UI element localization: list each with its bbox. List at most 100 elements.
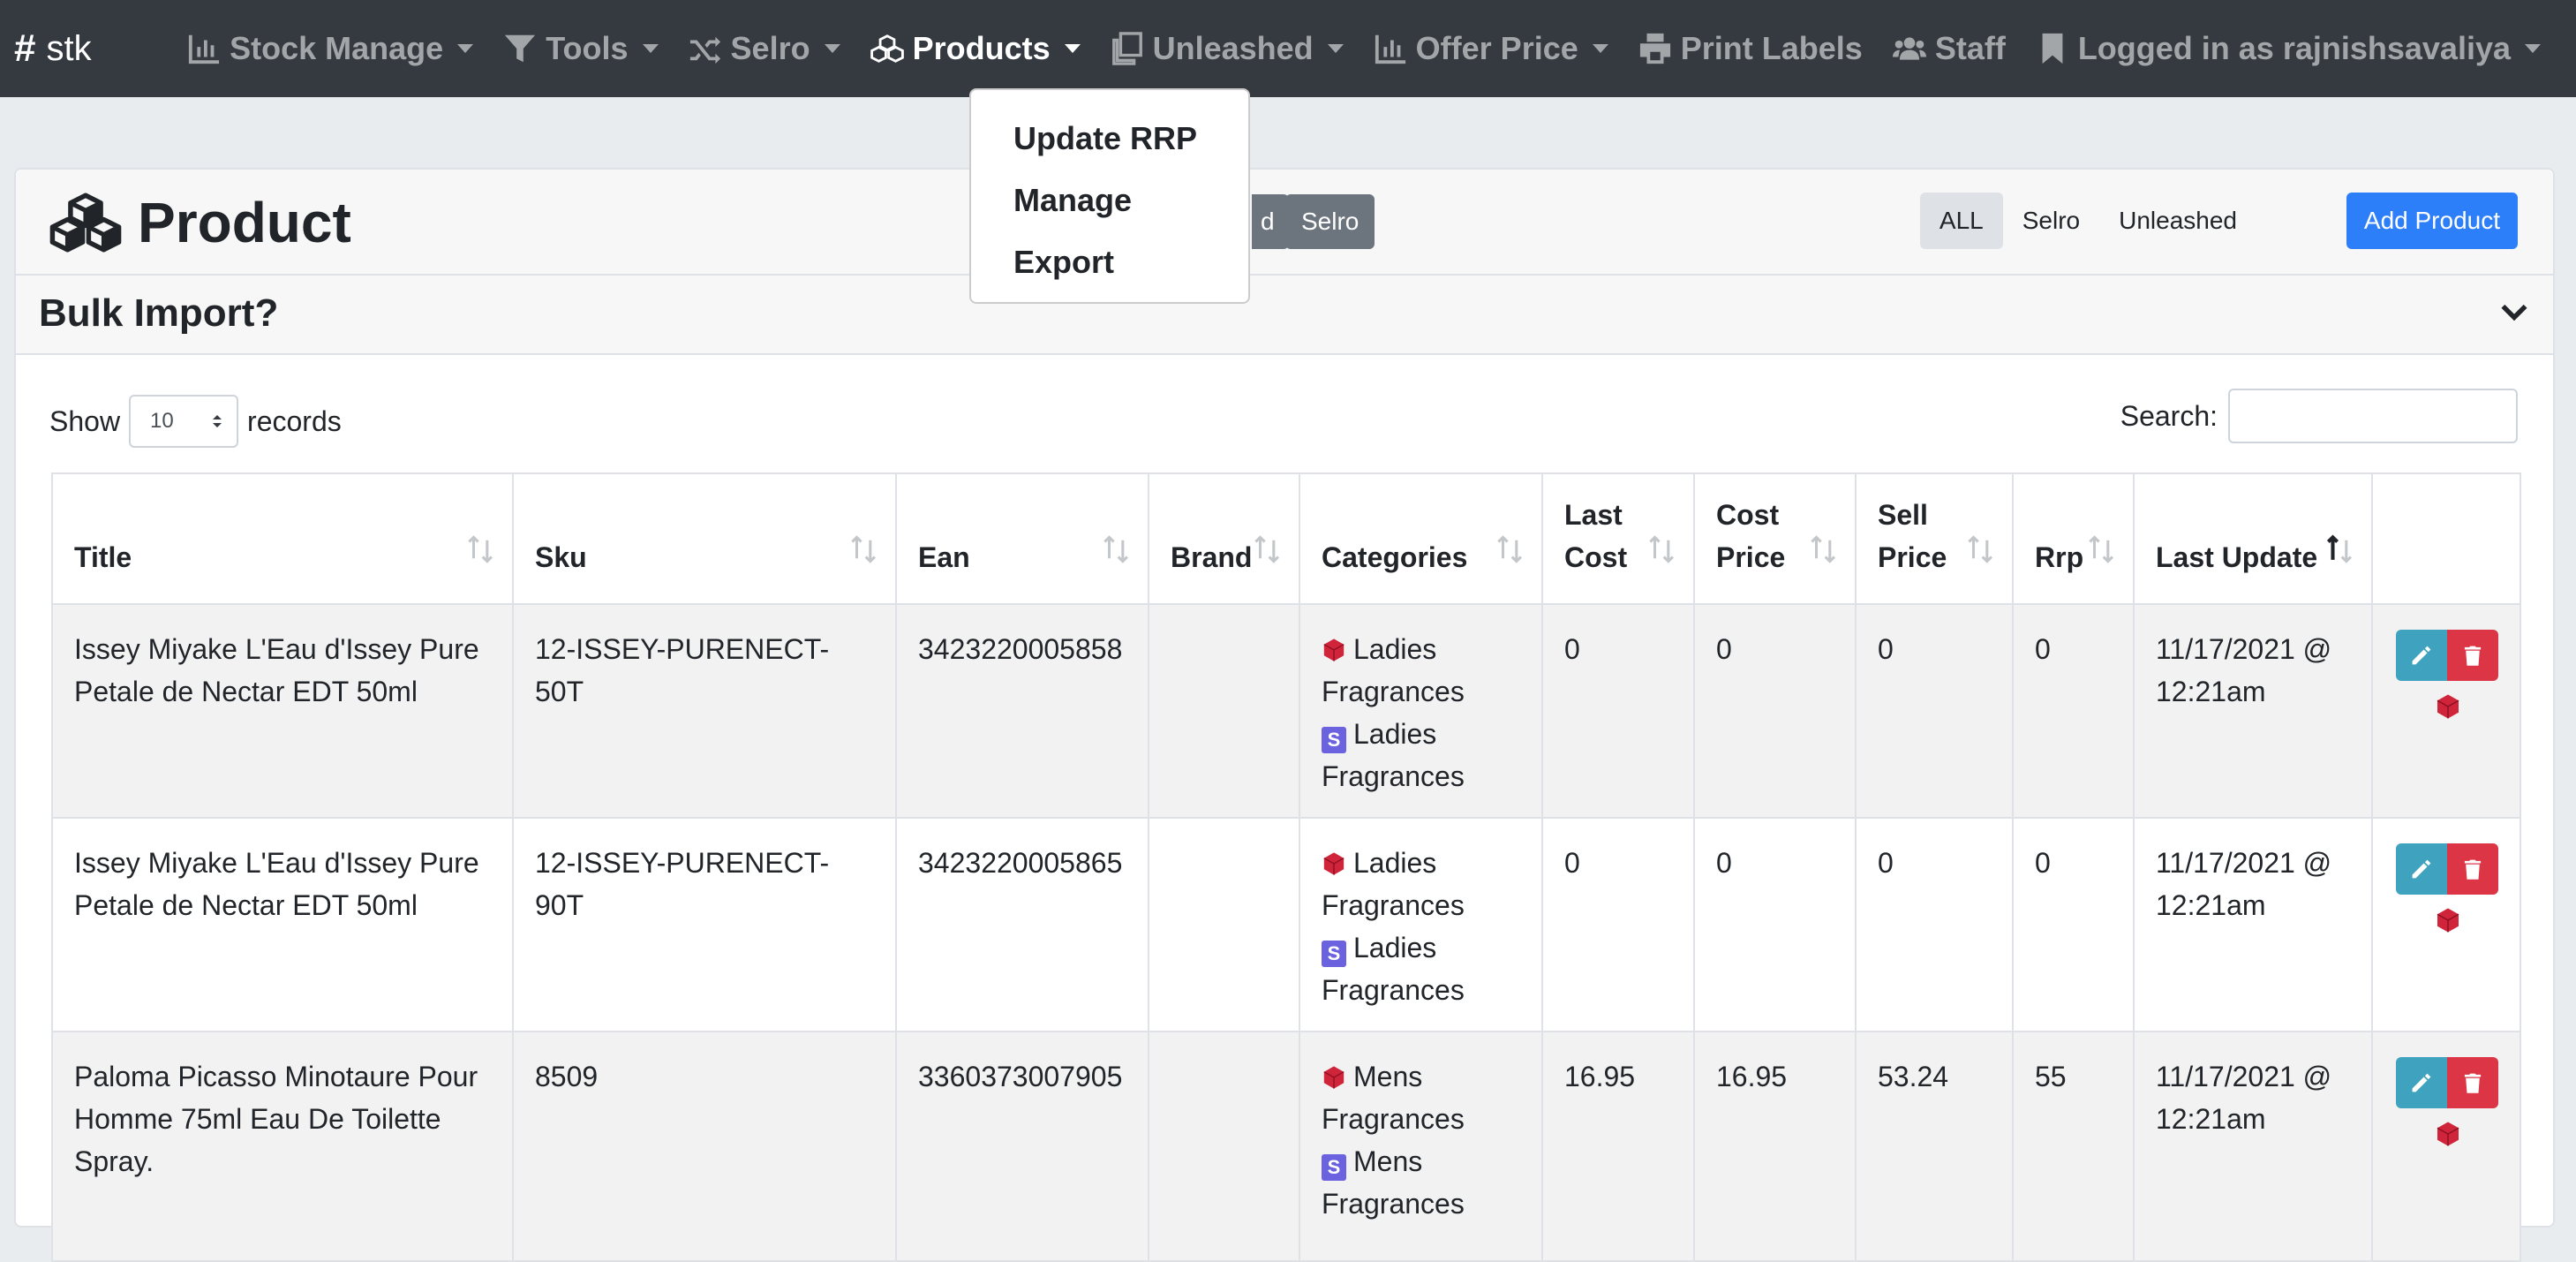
col-ean[interactable]: Ean bbox=[895, 472, 1149, 605]
nav-tools-label: Tools bbox=[546, 30, 629, 66]
table-row: Paloma Picasso Minotaure Pour Homme 75ml… bbox=[51, 1031, 2521, 1262]
col-title-label: Title bbox=[74, 541, 132, 573]
edit-button[interactable] bbox=[2396, 630, 2447, 681]
menu-item-export[interactable]: Export bbox=[971, 231, 1248, 293]
col-last-cost[interactable]: Last Cost bbox=[1541, 472, 1695, 605]
brand[interactable]: # stk bbox=[14, 0, 92, 97]
cell-sell-price: 0 bbox=[1855, 603, 2014, 819]
category-unleashed: Ladies Fragrances bbox=[1322, 628, 1520, 713]
add-product-button[interactable]: Add Product bbox=[2346, 193, 2518, 249]
nav-offer-price[interactable]: Offer Price bbox=[1374, 30, 1608, 67]
col-title[interactable]: Title bbox=[51, 472, 514, 605]
col-categories[interactable]: Categories bbox=[1299, 472, 1543, 605]
nav-stock-manage-label: Stock Manage bbox=[230, 30, 444, 66]
cell-rrp: 55 bbox=[2012, 1031, 2135, 1262]
cell-categories: Ladies Fragrances S Ladies Fragrances bbox=[1299, 603, 1543, 819]
hash-icon: # bbox=[14, 26, 36, 70]
cell-sell-price: 0 bbox=[1855, 817, 2014, 1032]
sort-icon bbox=[468, 535, 493, 563]
filter-all[interactable]: ALL bbox=[1919, 193, 2003, 249]
page-size-control: Show 10 records bbox=[49, 395, 342, 448]
sort-icon bbox=[1811, 535, 1835, 563]
bar-chart-icon bbox=[189, 34, 220, 64]
caret-down-icon bbox=[824, 44, 840, 53]
edit-button[interactable] bbox=[2396, 843, 2447, 895]
delete-button[interactable] bbox=[2447, 1057, 2498, 1108]
sort-icon bbox=[2089, 535, 2113, 563]
delete-button[interactable] bbox=[2447, 630, 2498, 681]
col-sku[interactable]: Sku bbox=[512, 472, 897, 605]
cell-categories: Mens Fragrances S Mens Fragrances bbox=[1299, 1031, 1543, 1262]
selro-badge-icon: S bbox=[1322, 941, 1346, 967]
selro-badge-icon: S bbox=[1322, 727, 1346, 753]
cell-actions bbox=[2371, 603, 2521, 819]
nav-menu: Stock Manage Tools Selro Products Unleas… bbox=[187, 0, 2541, 97]
col-actions bbox=[2371, 472, 2521, 605]
nav-selro[interactable]: Selro bbox=[689, 30, 840, 67]
nav-tools[interactable]: Tools bbox=[503, 30, 659, 67]
nav-staff[interactable]: Staff bbox=[1892, 30, 2006, 67]
cell-actions bbox=[2371, 1031, 2521, 1262]
filter-all-label: ALL bbox=[1939, 207, 1984, 234]
col-sell-price[interactable]: Sell Price bbox=[1855, 472, 2014, 605]
nav-unleashed-label: Unleashed bbox=[1152, 30, 1314, 66]
unleashed-cube-icon[interactable] bbox=[2435, 693, 2461, 720]
nav-selro-label: Selro bbox=[730, 30, 810, 66]
chevron-down-icon[interactable] bbox=[2498, 297, 2530, 329]
cell-sell-price: 53.24 bbox=[1855, 1031, 2014, 1262]
menu-item-manage[interactable]: Manage bbox=[971, 170, 1248, 231]
unleashed-cube-icon[interactable] bbox=[2435, 907, 2461, 933]
col-last-update-label: Last Update bbox=[2156, 541, 2318, 573]
pencil-icon bbox=[2412, 1073, 2431, 1092]
cell-last-update: 11/17/2021 @ 12:21am bbox=[2133, 603, 2373, 819]
cell-sku: 8509 bbox=[512, 1031, 897, 1262]
caret-down-icon bbox=[1064, 44, 1081, 53]
edit-button[interactable] bbox=[2396, 1057, 2447, 1108]
filter-unleashed[interactable]: Unleashed bbox=[2099, 193, 2256, 249]
category-selro: S Ladies Fragrances bbox=[1322, 926, 1520, 1011]
bulk-import-title: Bulk Import? bbox=[39, 291, 279, 335]
filter-selro[interactable]: Selro bbox=[2003, 193, 2099, 249]
nav-user-account[interactable]: Logged in as rajnishsavaliya bbox=[2036, 30, 2541, 67]
cell-brand bbox=[1148, 603, 1300, 819]
menu-item-update-rrp[interactable]: Update RRP bbox=[971, 108, 1248, 170]
unleashed-sync-button[interactable]: d bbox=[1252, 194, 1289, 249]
sort-icon bbox=[1254, 535, 1279, 563]
unleashed-cube-icon bbox=[1323, 1066, 1344, 1089]
nav-products[interactable]: Products bbox=[870, 30, 1081, 67]
table-row: Issey Miyake L'Eau d'Issey Pure Petale d… bbox=[51, 817, 2521, 1032]
nav-products-label: Products bbox=[912, 30, 1051, 66]
nav-user-account-label: Logged in as rajnishsavaliya bbox=[2077, 30, 2511, 66]
nav-print-labels[interactable]: Print Labels bbox=[1638, 30, 1863, 67]
search-input[interactable] bbox=[2228, 389, 2518, 443]
col-last-update[interactable]: Last Update bbox=[2133, 472, 2373, 605]
delete-button[interactable] bbox=[2447, 843, 2498, 895]
selro-sync-button[interactable]: Selro bbox=[1285, 194, 1375, 249]
cell-last-update: 11/17/2021 @ 12:21am bbox=[2133, 1031, 2373, 1262]
nav-stock-manage[interactable]: Stock Manage bbox=[187, 30, 474, 67]
bar-chart-icon bbox=[1375, 34, 1405, 64]
unleashed-cube-icon[interactable] bbox=[2435, 1121, 2461, 1147]
cell-title: Issey Miyake L'Eau d'Issey Pure Petale d… bbox=[51, 817, 514, 1032]
col-categories-label: Categories bbox=[1322, 541, 1468, 573]
cell-ean: 3423220005865 bbox=[895, 817, 1149, 1032]
cell-actions bbox=[2371, 817, 2521, 1032]
add-product-button-label: Add Product bbox=[2363, 207, 2500, 234]
selro-sync-button-label: Selro bbox=[1301, 208, 1360, 235]
bulk-import-header[interactable]: Bulk Import? bbox=[16, 276, 2553, 355]
col-rrp[interactable]: Rrp bbox=[2012, 472, 2135, 605]
cell-last-cost: 0 bbox=[1541, 603, 1695, 819]
col-cost-price[interactable]: Cost Price bbox=[1693, 472, 1857, 605]
col-brand[interactable]: Brand bbox=[1148, 472, 1300, 605]
unleashed-cube-icon bbox=[1323, 852, 1344, 875]
cell-ean: 3423220005858 bbox=[895, 603, 1149, 819]
nav-unleashed[interactable]: Unleashed bbox=[1111, 30, 1344, 67]
filter-unleashed-label: Unleashed bbox=[2119, 207, 2237, 234]
selro-badge-icon: S bbox=[1322, 1154, 1346, 1181]
page-size-select[interactable]: 10 bbox=[129, 395, 239, 448]
cell-rrp: 0 bbox=[2012, 603, 2135, 819]
sort-icon bbox=[1497, 535, 1522, 563]
cell-sku: 12-ISSEY-PURENECT-90T bbox=[512, 817, 897, 1032]
filter-selro-label: Selro bbox=[2022, 207, 2081, 234]
sort-icon bbox=[1649, 535, 1674, 563]
